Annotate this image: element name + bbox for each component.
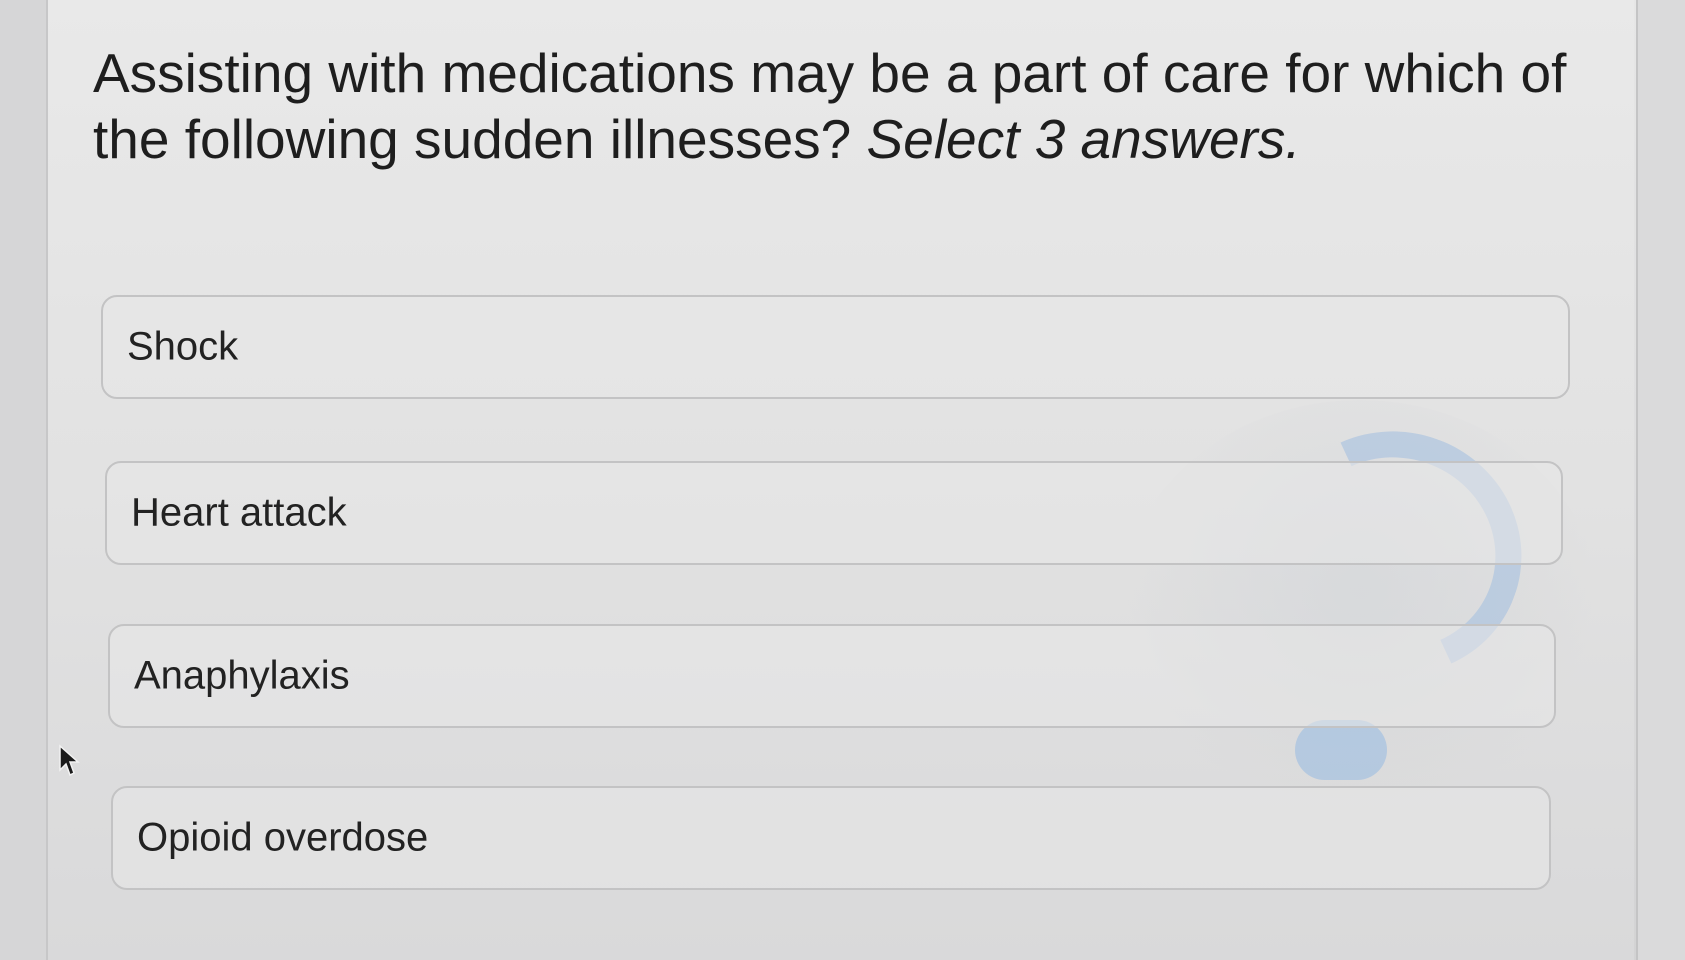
question-prompt: Assisting with medications may be a part…: [93, 40, 1573, 172]
answer-option-opioid-overdose[interactable]: Opioid overdose: [111, 786, 1551, 890]
answer-option-heart-attack[interactable]: Heart attack: [105, 461, 1563, 565]
answer-option-label: Anaphylaxis: [134, 653, 350, 698]
right-rail: [1636, 0, 1685, 960]
answer-option-anaphylaxis[interactable]: Anaphylaxis: [108, 624, 1556, 728]
watermark-dot: [1295, 720, 1387, 780]
mouse-pointer-icon: [59, 744, 80, 777]
quiz-page: Assisting with medications may be a part…: [0, 0, 1685, 960]
question-instruction: Select 3 answers.: [866, 108, 1301, 170]
answer-option-shock[interactable]: Shock: [101, 295, 1570, 399]
question-text: Assisting with medications may be a part…: [93, 42, 1567, 170]
left-rail: [0, 0, 48, 960]
answer-option-label: Heart attack: [131, 490, 347, 535]
answer-option-label: Opioid overdose: [137, 815, 429, 860]
answer-option-label: Shock: [127, 324, 239, 369]
